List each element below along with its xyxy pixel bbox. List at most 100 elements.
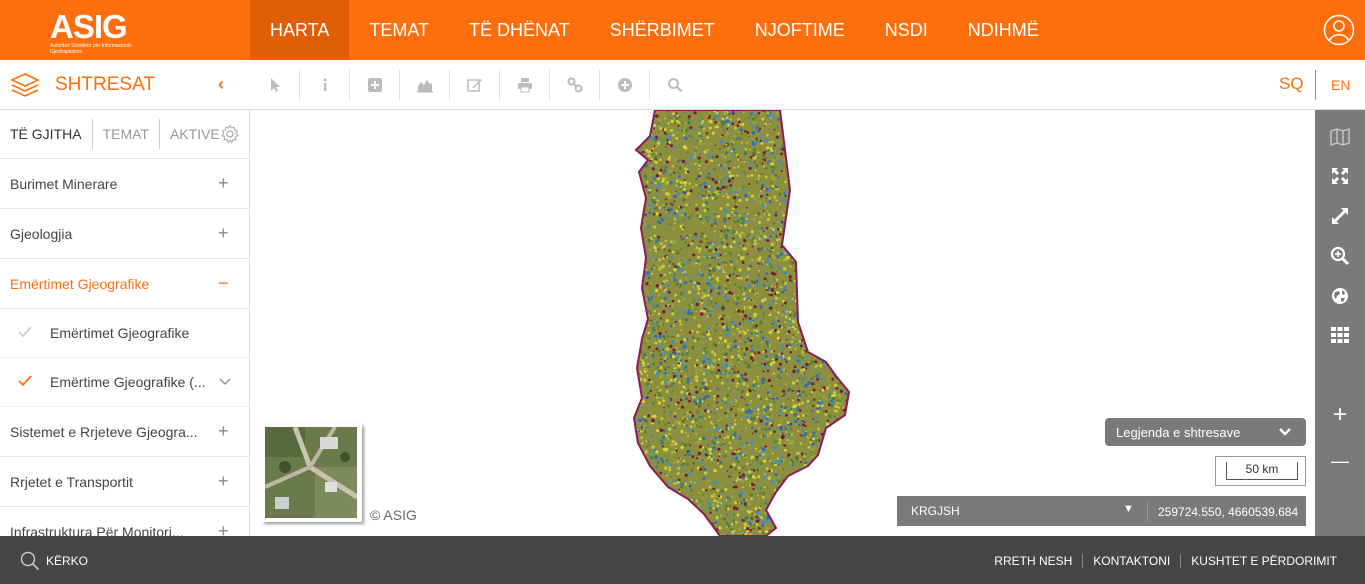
zoom-out-button[interactable]: — [1330,451,1350,472]
footer-bar: KËRKO RRETH NESH KONTAKTONI KUSHTET E PË… [0,536,1365,584]
full-extent-button[interactable] [1327,163,1353,189]
category-burimet-minerare[interactable]: Burimet Minerare + [0,159,249,209]
collapse-sidebar-button[interactable]: ‹ [218,74,224,95]
asig-logo[interactable]: ASIG Autoriteti Shtetëror për Informacio… [50,10,160,55]
link-tool-button[interactable] [550,70,600,100]
expand-icon[interactable]: + [218,471,229,492]
print-tool-button[interactable] [500,70,550,100]
expand-icon [1332,208,1348,224]
layer-label: Emërtimet Gjeografike [50,325,190,341]
nav-item-njoftime[interactable]: NJOFTIME [735,0,865,60]
print-icon [517,78,532,93]
search-icon [20,551,40,571]
footer-link-kushtet[interactable]: KUSHTET E PËRDORIMIT [1180,554,1347,568]
fullscreen-icon [1332,168,1348,184]
category-rrjetet-transportit[interactable]: Rrjetet e Transportit + [0,457,249,507]
scale-label: 50 km [1226,462,1298,480]
basemap-button[interactable] [1327,124,1353,150]
search-tool-button[interactable] [650,70,700,100]
plus-square-icon [367,78,382,92]
map-toolbar: SHTRESAT ‹ SQ EN [0,60,1365,110]
nav-item-ndihme[interactable]: NDIHMË [948,0,1059,60]
search-icon [668,78,683,93]
plus-circle-icon [617,78,632,92]
check-icon[interactable] [16,372,34,390]
legend-label: Legjenda e shtresave [1116,424,1241,440]
category-label: Infrastruktura Për Monitori... [10,523,184,537]
layer-label: Emërtime Gjeografike (... [50,374,206,390]
coordinate-panel: KRGJSH ▼ 259724.550, 4660539.684 [897,496,1306,526]
check-icon[interactable] [16,323,34,341]
footer-links: RRETH NESH KONTAKTONI KUSHTET E PËRDORIM… [984,554,1347,568]
expand-button[interactable] [1327,203,1353,229]
nav-item-nsdi[interactable]: NSDI [865,0,948,60]
logo-tagline: Autoriteti Shtetëror për Informacionin G… [50,43,132,55]
category-infrastruktura-monitorim[interactable]: Infrastruktura Për Monitori... + [0,507,249,536]
footer-link-kontaktoni[interactable]: KONTAKTONI [1082,554,1180,568]
zoom-to-button[interactable] [1327,243,1353,269]
pointer-tool-button[interactable] [250,70,300,100]
legend-toggle-button[interactable]: Legjenda e shtresave [1105,418,1306,446]
coordinate-readout: 259724.550, 4660539.684 [1158,505,1299,519]
user-account-icon[interactable] [1323,14,1355,46]
expand-icon[interactable]: + [218,173,229,194]
gear-icon[interactable] [220,124,240,144]
footer-search[interactable]: KËRKO [20,551,88,571]
edit-tool-button[interactable] [450,70,500,100]
language-en-button[interactable]: EN [1331,77,1350,93]
add-layer-tool-button[interactable] [350,70,400,100]
tab-temat[interactable]: TEMAT [93,119,160,149]
globe-icon [1332,288,1348,304]
crs-select[interactable]: KRGJSH [911,504,960,518]
map-controls-bar: + — [1315,110,1365,536]
grid-button[interactable] [1327,322,1353,348]
main-nav: HARTA TEMAT TË DHËNAT SHËRBIMET NJOFTIME… [250,0,1059,60]
nav-item-temat[interactable]: TEMAT [349,0,449,60]
layer-tabs: TË GJITHA TEMAT AKTIVE [0,110,249,159]
area-chart-icon [416,80,433,93]
layers-header: SHTRESAT ‹ [0,60,250,110]
zoom-search-icon [1330,246,1350,266]
category-label: Gjeologjia [10,225,73,242]
category-label: Rrjetet e Transportit [10,473,133,490]
map-copyright: © ASIG [370,507,417,523]
category-gjeologjia[interactable]: Gjeologjia + [0,209,249,259]
satellite-preview-image [265,427,357,518]
tab-te-gjitha[interactable]: TË GJITHA [0,119,93,149]
category-emertimet-gjeografike[interactable]: Emërtimet Gjeografike − [0,259,249,309]
edit-icon [466,79,482,92]
footer-link-rreth-nesh[interactable]: RRETH NESH [984,554,1082,568]
basemap-thumbnail[interactable] [262,424,362,522]
layer-item[interactable]: Emërtime Gjeografike (... [0,358,249,407]
pointer-icon [270,78,280,92]
top-navigation-bar: ASIG Autoriteti Shtetëror për Informacio… [0,0,1365,60]
info-tool-button[interactable] [300,70,350,100]
albania-map-layer [632,110,851,536]
layer-item[interactable]: Emërtimet Gjeografike [0,309,249,358]
category-label: Burimet Minerare [10,175,118,192]
map-canvas[interactable] [251,110,1315,536]
nav-item-harta[interactable]: HARTA [250,0,350,60]
collapse-icon[interactable]: − [218,273,229,294]
grid-icon [1331,327,1349,343]
expand-icon[interactable]: + [218,223,229,244]
tool-group [250,70,700,100]
link-icon [567,77,582,93]
language-separator [1315,70,1316,100]
nav-item-te-dhenat[interactable]: TË DHËNAT [449,0,590,60]
language-sq-button[interactable]: SQ [1279,74,1304,94]
map-icon [1330,128,1350,146]
profile-tool-button[interactable] [400,70,450,100]
layers-title: SHTRESAT [55,74,155,95]
expand-icon[interactable]: + [218,521,229,536]
globe-button[interactable] [1327,283,1353,309]
dropdown-arrow-icon[interactable]: ▼ [1123,503,1134,515]
category-sistemet-rrjeteve[interactable]: Sistemet e Rrjeteve Gjeogra... + [0,407,249,457]
chevron-down-icon[interactable] [218,375,232,389]
add-point-tool-button[interactable] [600,70,650,100]
zoom-in-button[interactable]: + [1330,401,1350,429]
expand-icon[interactable]: + [218,421,229,442]
category-label: Emërtimet Gjeografike [10,275,150,292]
coordinate-divider [1147,501,1148,521]
nav-item-sherbimet[interactable]: SHËRBIMET [590,0,735,60]
